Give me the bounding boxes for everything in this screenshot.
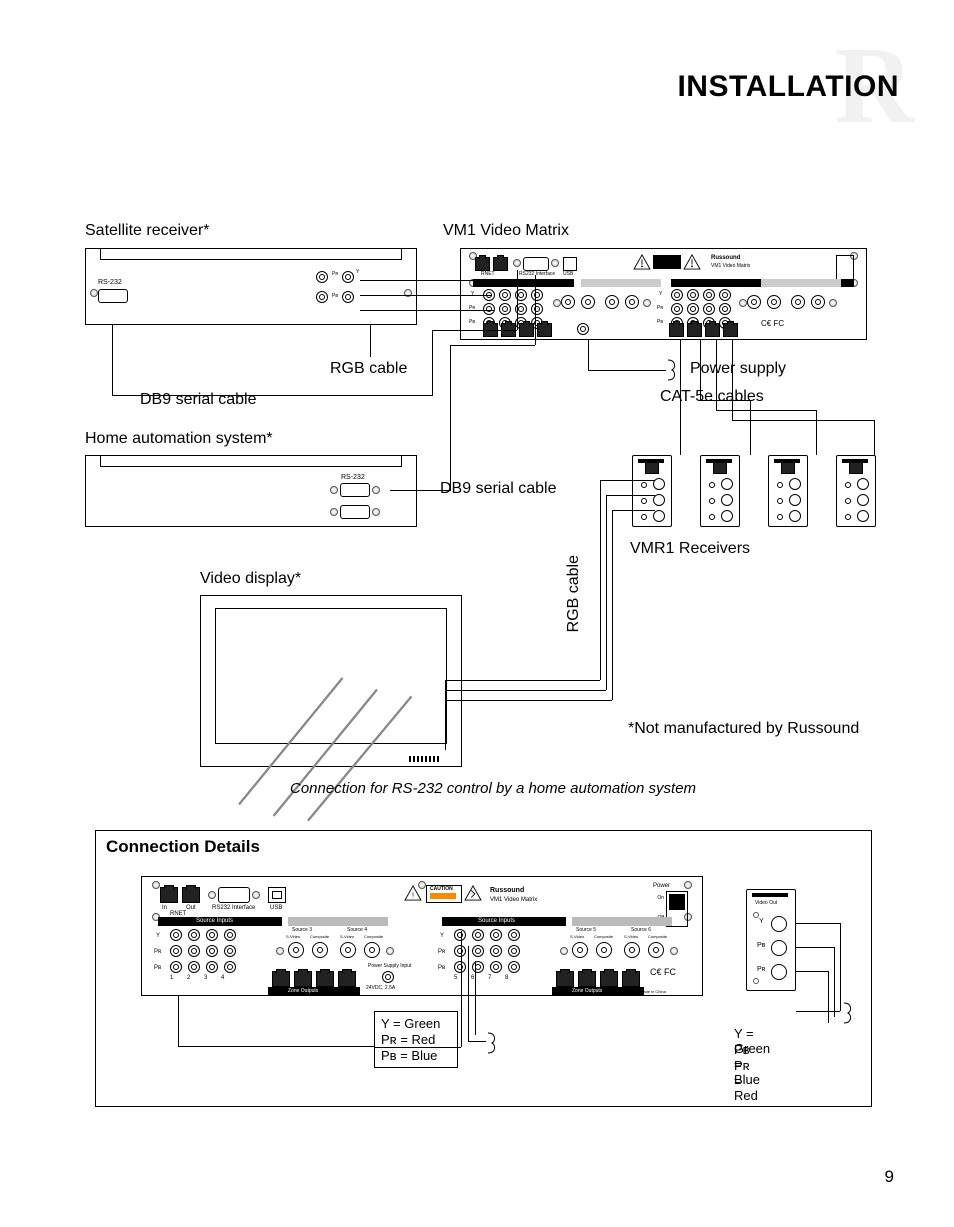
warning-icon — [683, 254, 701, 270]
rgb-cable-vert-label: RGB cable — [565, 555, 583, 632]
nums-5-8: 5 6 7 8 — [454, 975, 514, 981]
pb-d: Pʙ — [154, 965, 161, 971]
vm1-product-label-d: VM1 Video Matrix — [490, 897, 537, 903]
vm1-video-matrix: Russound VM1 Video Matrix RNET RS232 Int… — [460, 248, 867, 340]
pr-row-label-2: Pʀ — [657, 305, 663, 311]
panel-title: Connection Details — [106, 837, 260, 857]
page-number: 9 — [885, 1167, 894, 1187]
zone-out-label-d2: Zone Outputs — [572, 988, 602, 994]
legend1-pb: Pʙ = Blue — [381, 1048, 437, 1063]
svideo-label-56b: S-Video — [624, 934, 638, 939]
vmr1-receiver — [836, 455, 876, 527]
out-label: Out — [186, 905, 196, 911]
rs232-label: RS-232 — [98, 279, 122, 286]
section-title: INSTALLATION — [677, 70, 899, 104]
comp-label-56b: Composite — [648, 934, 667, 939]
legend1-y: Y = Green — [381, 1016, 440, 1031]
rnet-label: RNET — [481, 271, 495, 277]
pb-row-label-2: Pʙ — [657, 319, 663, 325]
pr-d2: Pʀ — [438, 949, 445, 955]
power-supply-label: Power supply — [690, 360, 786, 378]
caution-label: CAUTION — [430, 886, 453, 892]
pb-label: Pʙ — [332, 293, 338, 299]
psu-label: Power Supply Input — [368, 963, 411, 969]
in-label: In — [162, 905, 167, 911]
pb-row-label: Pʙ — [469, 319, 475, 325]
y-row-label: Y — [471, 291, 474, 297]
sat-receiver-label: Satellite receiver* — [85, 222, 210, 240]
video-out-label: Video Out — [755, 900, 777, 906]
video-display — [200, 595, 462, 767]
satellite-receiver: RS-232 Y Pʀ Pʙ — [85, 248, 417, 325]
rs232-intf-label-d: RS232 Interface — [212, 905, 255, 911]
vmr-y: Y — [759, 918, 764, 925]
vmr1-receiver — [768, 455, 808, 527]
rs232-intf-label: RS232 Interface — [519, 271, 555, 277]
zone-out-label-d: Zone Outputs — [288, 988, 318, 994]
src-inputs-label-d2: Source Inputs — [478, 918, 515, 924]
video-display-label: Video display* — [200, 570, 301, 588]
src4-label: Source 4 — [347, 927, 367, 933]
pb-d2: Pʙ — [438, 965, 445, 971]
vmr1-receiver — [700, 455, 740, 527]
y-d: Y — [156, 933, 160, 939]
svg-text:!: ! — [412, 891, 414, 899]
src6-label: Source 6 — [631, 927, 651, 933]
legend1-pr: Pʀ = Red — [381, 1032, 435, 1047]
y-row-label-2: Y — [659, 291, 662, 297]
curly-connector-icon — [666, 358, 680, 382]
connection-details-panel: Connection Details In Out RNET RS232 Int… — [95, 830, 872, 1107]
brand-label-d: Russound — [490, 887, 524, 894]
warning-icon — [633, 254, 651, 270]
cat5e-label: CAT-5e cables — [660, 388, 764, 406]
diagram1-caption: Connection for RS-232 control by a home … — [290, 780, 696, 797]
db9-label-1: DB9 serial cable — [140, 391, 257, 409]
src3-label: Source 3 — [292, 927, 312, 933]
vmr-pr: Pʀ — [757, 966, 765, 973]
nums-1-4: 1 2 3 4 — [170, 975, 230, 981]
home-automation-label: Home automation system* — [85, 430, 273, 448]
curly-connector-icon — [486, 1031, 500, 1055]
home-automation-system: RS-232 — [85, 455, 417, 527]
y-label: Y — [356, 269, 359, 275]
designed-label: Designed in the USA Made in China — [602, 989, 666, 994]
vmr1-receivers-label: VMR1 Receivers — [630, 540, 750, 558]
comp-label-56a: Composite — [594, 934, 613, 939]
comp-label-34a: Composite — [310, 934, 329, 939]
warning-icon: ! — [404, 885, 422, 901]
svideo-label-34a: S-Video — [286, 934, 300, 939]
legend2-pr: Pʀ = Red — [734, 1058, 758, 1103]
rgb-cable-label: RGB cable — [330, 360, 407, 378]
footnote: *Not manufactured by Russound — [628, 720, 859, 738]
psu-rating: 24VDC, 2.5A — [366, 985, 395, 991]
pr-d: Pʀ — [154, 949, 161, 955]
vm1-product-label: VM1 Video Matrix — [711, 263, 750, 269]
warning-icon — [464, 885, 482, 901]
on-label: On — [657, 895, 664, 901]
curly-connector-icon — [842, 1001, 856, 1025]
vm1-label: VM1 Video Matrix — [443, 222, 569, 240]
svideo-label-56a: S-Video — [570, 934, 584, 939]
has-rs232-label: RS-232 — [341, 474, 365, 481]
y-d2: Y — [440, 933, 444, 939]
src5-label: Source 5 — [576, 927, 596, 933]
comp-label-34b: Composite — [364, 934, 383, 939]
legend-1: Y = Green Pʀ = Red Pʙ = Blue — [374, 1011, 458, 1068]
brand-label: Russound — [711, 255, 740, 261]
src-inputs-label-d: Source Inputs — [196, 918, 233, 924]
vmr1-receiver — [632, 455, 672, 527]
vmr-pb: Pʙ — [757, 942, 765, 949]
usb-label-d: USB — [270, 905, 282, 911]
usb-label: USB — [563, 271, 573, 277]
pr-label: Pʀ — [332, 271, 338, 277]
vmr1-receiver-detail: Video Out Y Pʙ Pʀ — [746, 889, 796, 991]
db9-label-2: DB9 serial cable — [440, 480, 557, 498]
vm1-video-matrix-detail: In Out RNET RS232 Interface USB ! CAUTIO… — [141, 876, 703, 996]
svideo-label-34b: S-Video — [340, 934, 354, 939]
